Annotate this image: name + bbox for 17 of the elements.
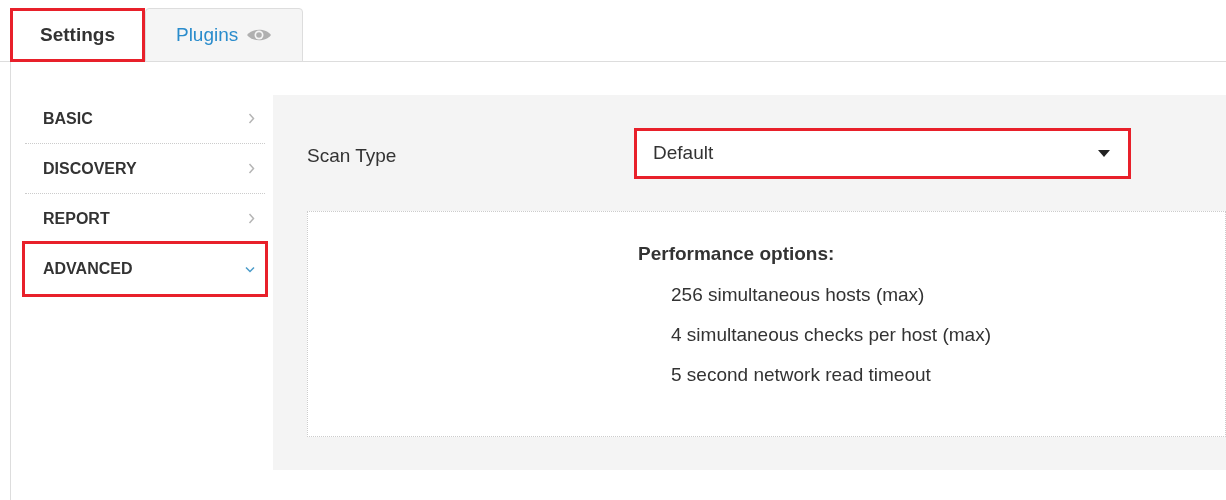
chevron-right-icon [248,163,255,174]
sidebar-item[interactable]: DISCOVERY [25,144,265,194]
option-text: 4 simultaneous checks per host (max) [670,322,992,347]
chevron-right-icon [248,213,255,224]
option-text: 5 second network read timeout [670,362,932,387]
chevron-down-icon [245,265,255,273]
tab[interactable]: Settings [10,8,145,62]
option-text: 256 simultaneous hosts (max) [670,282,926,307]
field-label: Scan Type [307,144,398,169]
sidebar-item[interactable]: BASIC [25,94,265,144]
section-heading: Performance options: [638,242,836,266]
sidebar-item[interactable]: REPORT [25,194,265,244]
sidebar-item[interactable]: ADVANCED [25,244,265,294]
caret-icon [1098,150,1110,157]
chevron-right-icon [248,113,255,124]
scan-type-select[interactable]: Default [634,128,1131,179]
eye-icon [246,28,273,42]
